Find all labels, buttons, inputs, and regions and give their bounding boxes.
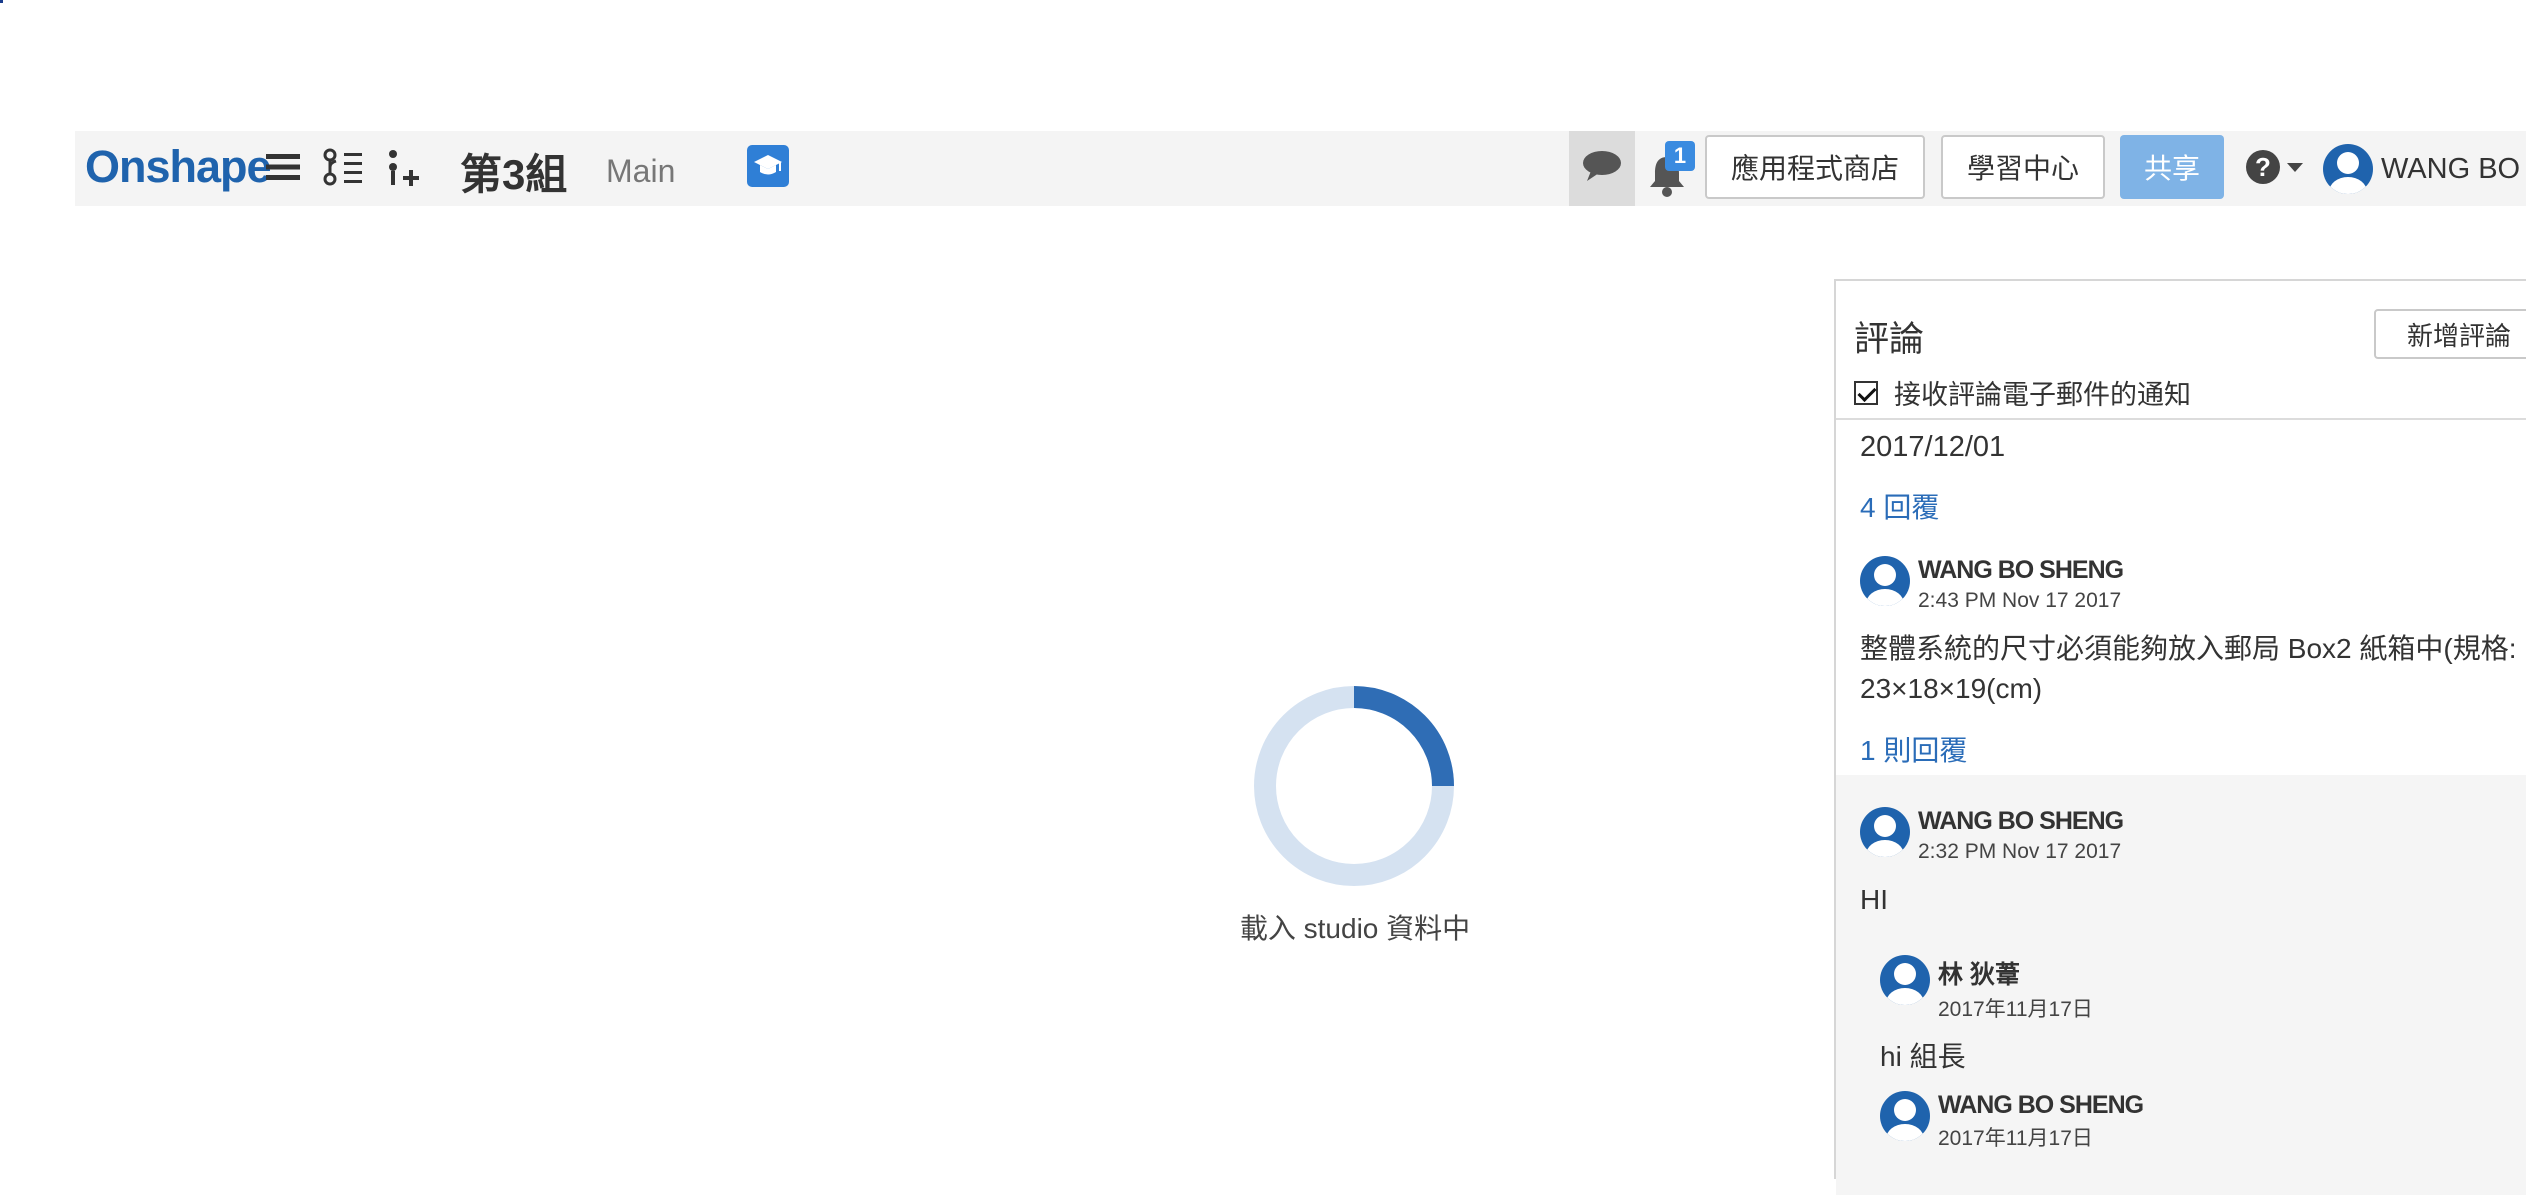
top-toolbar: Onshape 第3組 Main 1 應用程式商店 學習中心 共享 ? WANG… xyxy=(75,131,2526,206)
learning-center-button[interactable]: 學習中心 xyxy=(1941,135,2105,199)
share-button[interactable]: 共享 xyxy=(2120,135,2224,199)
comment-item: WANG BO SHENG 2:43 PM Nov 17 2017 整體系統的尺… xyxy=(1860,556,2526,769)
add-comment-button[interactable]: 新增評論 xyxy=(2374,309,2526,359)
email-notify-label: 接收評論電子郵件的通知 xyxy=(1894,380,2191,410)
reply-item: WANG BO SHENG 2017年11月17日 xyxy=(1880,1091,2144,1152)
svg-text:?: ? xyxy=(2255,152,2271,182)
user-avatar-icon xyxy=(1880,1091,1930,1141)
version-graph-icon[interactable] xyxy=(321,145,365,189)
comment-author: WANG BO SHENG xyxy=(1918,807,2124,835)
comment-item: WANG BO SHENG 2:32 PM Nov 17 2017 HI xyxy=(1860,807,2526,920)
branch-name[interactable]: Main xyxy=(606,153,675,190)
user-name: WANG BO S xyxy=(2381,152,2526,185)
reply-time: 2017年11月17日 xyxy=(1938,1127,2093,1150)
reply-author: 林 狄葦 xyxy=(1938,961,2020,989)
speech-bubble-icon xyxy=(1582,149,1622,188)
reply-author: WANG BO SHENG xyxy=(1938,1091,2144,1119)
email-notify-checkbox[interactable] xyxy=(1854,380,1878,405)
user-avatar-icon xyxy=(2323,144,2373,194)
replies-link[interactable]: 4 回覆 xyxy=(1860,486,1939,526)
divider xyxy=(1836,418,2526,420)
comment-replies-link[interactable]: 1 則回覆 xyxy=(1860,729,2526,769)
comments-panel: 評論 新增評論 接收評論電子郵件的通知 2017/12/01 4 回覆 WANG… xyxy=(1834,279,2526,1195)
help-menu[interactable]: ? xyxy=(2245,149,2321,190)
corner-mark xyxy=(0,0,3,3)
reply-time: 2017年11月17日 xyxy=(1938,998,2093,1021)
comment-body: 整體系統的尺寸必須能夠放入郵局 Box2 紙箱中(規格: 23×18×19(cm… xyxy=(1860,633,2517,704)
comment-author: WANG BO SHENG xyxy=(1918,556,2124,584)
question-circle-icon: ? xyxy=(2245,149,2281,190)
user-avatar-icon xyxy=(1860,807,1910,857)
insert-icon[interactable] xyxy=(381,145,425,189)
graduation-cap-icon[interactable] xyxy=(747,145,789,187)
loading-text: 載入 studio 資料中 xyxy=(1239,913,1471,944)
reply-item: 林 狄葦 2017年11月17日 hi 組長 xyxy=(1880,955,2093,1075)
reply-body: hi 組長 xyxy=(1880,1041,1966,1072)
comments-toggle-button[interactable] xyxy=(1569,131,1635,206)
user-menu[interactable]: WANG BO S xyxy=(2323,143,2526,195)
loading-spinner xyxy=(1254,686,1454,886)
comment-time: 2:32 PM Nov 17 2017 xyxy=(1918,840,2122,863)
email-notify-option[interactable]: 接收評論電子郵件的通知 xyxy=(1854,373,2191,412)
chevron-down-icon xyxy=(2287,160,2303,178)
document-title[interactable]: 第3組 xyxy=(460,141,567,202)
comment-body: HI xyxy=(1860,884,1888,915)
onshape-logo[interactable]: Onshape xyxy=(85,141,272,193)
date-heading: 2017/12/01 xyxy=(1860,431,2006,463)
user-avatar-icon xyxy=(1860,556,1910,606)
comment-time: 2:43 PM Nov 17 2017 xyxy=(1918,589,2122,612)
user-avatar-icon xyxy=(1880,955,1930,1005)
panel-title: 評論 xyxy=(1854,320,1925,359)
hamburger-menu-icon[interactable] xyxy=(261,145,305,189)
comment-thread: WANG BO SHENG 2:32 PM Nov 17 2017 HI 林 狄… xyxy=(1836,775,2526,1195)
notification-count-badge: 1 xyxy=(1665,141,1695,171)
app-store-button[interactable]: 應用程式商店 xyxy=(1705,135,1925,199)
